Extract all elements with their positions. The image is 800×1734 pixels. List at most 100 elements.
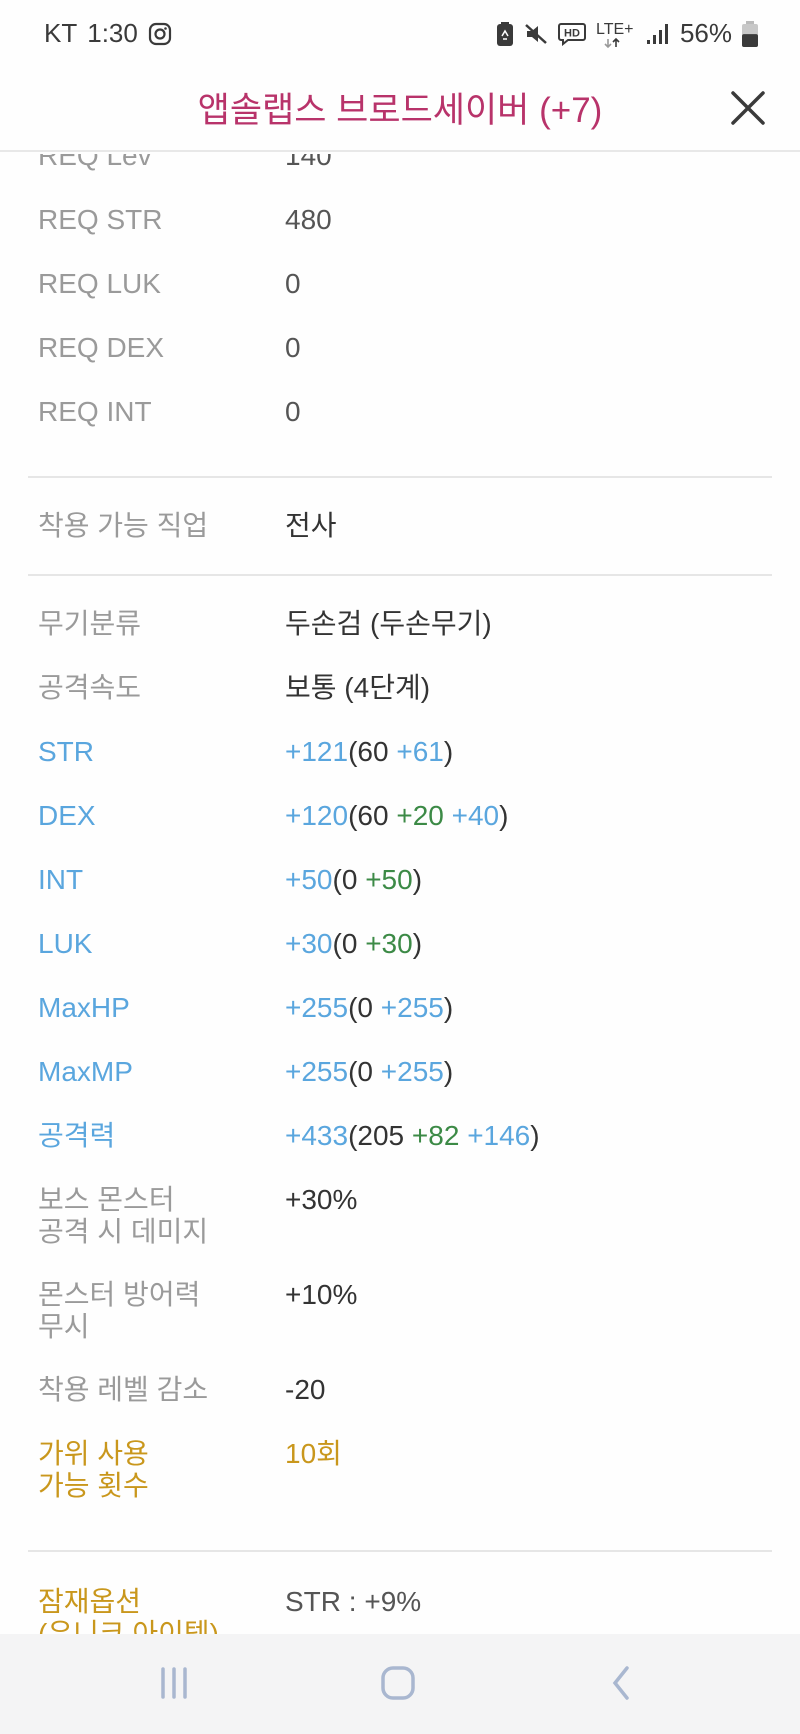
paren-close: ) — [530, 1120, 540, 1151]
stat-base: 0 — [341, 864, 358, 895]
battery-icon — [742, 20, 758, 47]
potential-label-line: 잠재옵션 — [38, 1586, 142, 1617]
stat-value: +30(0 +30) — [285, 928, 422, 992]
status-bar: KT 1:30 HD LTE+ 56% — [0, 0, 800, 72]
stat-label: DEX — [38, 800, 96, 831]
requirement-row: REQ STR 480 — [28, 204, 772, 268]
job-row: 착용 가능 직업 전사 — [28, 510, 772, 542]
requirement-value: 480 — [285, 204, 332, 235]
weapon-category-label: 무기분류 — [38, 608, 142, 639]
clock: 1:30 — [87, 18, 138, 48]
scissors-label-line: 가능 횟수 — [38, 1470, 149, 1501]
network-type: LTE+ — [596, 21, 634, 38]
extra-row: 몬스터 방어력 무시 +10% — [28, 1279, 772, 1374]
scissors-value: 10회 — [285, 1438, 342, 1469]
requirement-value: 0 — [285, 268, 301, 299]
extra-value: +30% — [285, 1184, 358, 1215]
stat-row: MaxMP +255(0 +255) — [28, 1056, 772, 1120]
recent-apps-button[interactable] — [144, 1658, 204, 1708]
extra-label-line: 착용 레벨 감소 — [38, 1374, 209, 1405]
stat-label: LUK — [38, 928, 93, 959]
stat-total: +121 — [285, 736, 349, 767]
potential-row: 잠재옵션 (유니크 아이템) STR : +9% — [28, 1586, 772, 1634]
paren-open: ( — [348, 992, 358, 1023]
paren-open: ( — [348, 1120, 358, 1151]
stat-base: 60 — [357, 736, 389, 767]
status-right: HD LTE+ 56% — [496, 18, 758, 49]
paren-open: ( — [332, 864, 342, 895]
recent-apps-icon — [161, 1667, 187, 1699]
hd-voice-icon: HD — [557, 22, 586, 46]
stat-value: +255(0 +255) — [285, 1056, 453, 1120]
stat-bonus-enhance: +61 — [396, 736, 444, 767]
requirement-row: REQ Lev 140 — [28, 154, 772, 204]
scissors-label-line: 가위 사용 — [38, 1438, 149, 1469]
close-button[interactable] — [724, 84, 772, 132]
paren-open: ( — [332, 928, 342, 959]
status-left: KT 1:30 — [44, 18, 172, 49]
stat-base: 0 — [357, 1056, 373, 1087]
paren-close: ) — [443, 736, 454, 767]
stat-bonus-flame: +82 — [411, 1120, 460, 1151]
requirement-value: 0 — [285, 396, 301, 427]
stat-value: +50(0 +50) — [285, 864, 422, 928]
paren-close: ) — [499, 800, 509, 831]
stat-value: +120(60 +20 +40) — [285, 800, 508, 864]
requirement-value: 0 — [285, 332, 301, 363]
paren-close: ) — [443, 992, 454, 1023]
stat-total: +255 — [285, 1056, 349, 1087]
stat-value: +433(205 +82 +146) — [285, 1120, 540, 1184]
stat-total: +120 — [285, 800, 349, 831]
system-nav-bar — [0, 1634, 800, 1734]
stat-label: MaxMP — [38, 1056, 133, 1087]
back-icon — [612, 1666, 629, 1700]
stat-base: 0 — [341, 928, 358, 959]
paren-close: ) — [412, 864, 423, 895]
weapon-stats-section: 무기분류 두손검 (두손무기) 공격속도 보통 (4단계) STR +121(60… — [0, 576, 800, 1524]
stat-bonus-flame: +50 — [365, 864, 413, 895]
extra-label-line: 공격 시 데미지 — [38, 1216, 209, 1247]
stat-row: INT +50(0 +50) — [28, 864, 772, 928]
extra-label: 보스 몬스터 공격 시 데미지 — [38, 1184, 285, 1279]
stat-value: +121(60 +61) — [285, 736, 453, 800]
extra-row: 보스 몬스터 공격 시 데미지 +30% — [28, 1184, 772, 1279]
stat-bonus-enhance: +146 — [467, 1120, 531, 1151]
stat-label: INT — [38, 864, 84, 895]
item-detail-content[interactable]: REQ Lev 140 REQ STR 480 REQ LUK 0 REQ DEX 0 REQ … — [0, 154, 800, 1634]
job-label: 착용 가능 직업 — [38, 510, 209, 541]
requirement-row: REQ DEX 0 — [28, 332, 772, 396]
paren-close: ) — [412, 928, 423, 959]
stat-row: DEX +120(60 +20 +40) — [28, 800, 772, 864]
stat-bonus-flame: +20 — [396, 800, 444, 831]
stat-row: MaxHP +255(0 +255) — [28, 992, 772, 1056]
job-value: 전사 — [285, 510, 337, 541]
stat-row: LUK +30(0 +30) — [28, 928, 772, 992]
extra-label-line: 몬스터 방어력 — [38, 1279, 201, 1310]
battery-saver-icon — [496, 21, 514, 47]
stat-bonus-enhance: +40 — [451, 800, 500, 831]
home-icon — [381, 1666, 415, 1700]
stat-bonus-enhance: +255 — [380, 1056, 444, 1087]
close-icon — [731, 91, 765, 125]
potential-option: STR : +9% — [285, 1586, 422, 1617]
stat-row: STR +121(60 +61) — [28, 736, 772, 800]
stat-base: 205 — [357, 1120, 405, 1151]
requirement-label: REQ INT — [38, 396, 152, 427]
attack-speed-label: 공격속도 — [38, 672, 142, 703]
extra-label: 착용 레벨 감소 — [38, 1374, 285, 1438]
stat-total: +30 — [285, 928, 333, 959]
back-button[interactable] — [592, 1658, 652, 1708]
stat-base: 0 — [357, 992, 373, 1023]
extra-label-line: 무시 — [38, 1311, 90, 1342]
extra-label: 몬스터 방어력 무시 — [38, 1279, 285, 1374]
item-title: 앱솔랩스 브로드세이버 (+7) — [197, 91, 603, 130]
requirement-label: REQ STR — [38, 204, 163, 235]
requirement-label: REQ LUK — [38, 268, 161, 299]
mute-icon — [524, 22, 548, 46]
home-button[interactable] — [368, 1658, 428, 1708]
stat-value: +255(0 +255) — [285, 992, 453, 1056]
requirement-label: REQ DEX — [38, 332, 165, 363]
